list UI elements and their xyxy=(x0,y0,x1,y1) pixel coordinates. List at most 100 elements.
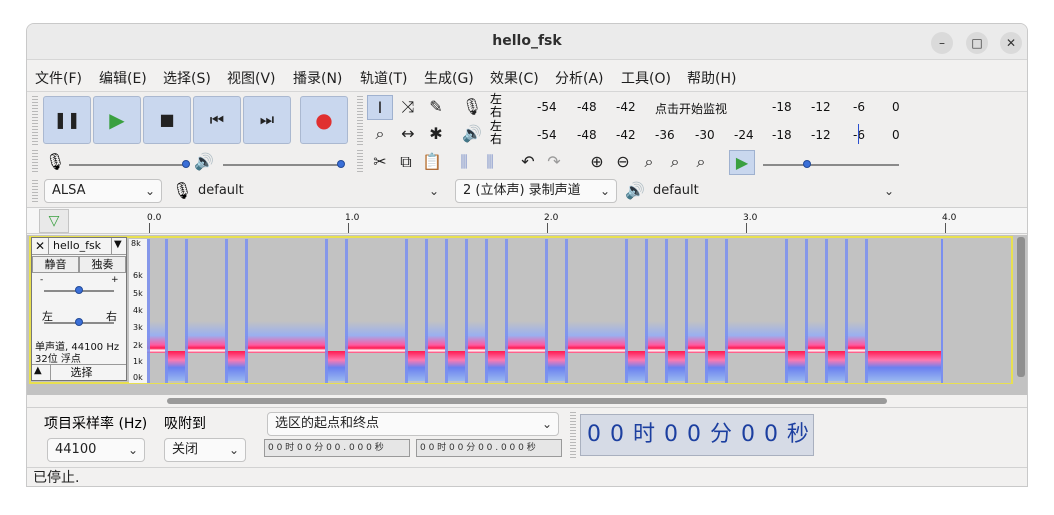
vertical-scrollbar[interactable] xyxy=(1017,237,1025,377)
menu-effect[interactable]: 效果(C) xyxy=(490,68,539,88)
zoom-in-button[interactable]: ⊕ xyxy=(584,150,610,175)
envelope-tool-button[interactable]: ⤨ xyxy=(395,95,421,120)
skip-to-end-button[interactable]: ⏭ xyxy=(243,96,291,144)
select-track-button[interactable]: 选择 xyxy=(50,365,112,380)
multi-tool-button[interactable]: ✱ xyxy=(423,122,449,147)
record-icon: ● xyxy=(315,108,333,132)
undo-button[interactable]: ↶ xyxy=(515,150,541,175)
freq-label: 2k xyxy=(133,341,143,350)
cut-button[interactable]: ✂ xyxy=(367,150,393,175)
playback-device-value: default xyxy=(653,183,699,198)
play-meter-button[interactable]: 🔊 xyxy=(459,122,485,147)
pan-knob[interactable] xyxy=(75,318,83,326)
track-menu-icon[interactable]: ▼ xyxy=(114,239,122,250)
pin-playhead-button[interactable]: ▽ xyxy=(39,209,69,233)
menu-transport[interactable]: 播录(N) xyxy=(293,68,342,88)
menu-tools[interactable]: 工具(O) xyxy=(621,68,671,88)
edit-grip[interactable] xyxy=(357,150,363,174)
menu-generate[interactable]: 生成(G) xyxy=(424,68,474,88)
start-monitoring-label[interactable]: 点击开始监视 xyxy=(655,100,755,117)
play-at-speed-button[interactable]: ▶ xyxy=(729,150,755,175)
mute-button[interactable]: 静音 xyxy=(32,256,79,273)
project-rate-select[interactable]: 44100 ⌄ xyxy=(47,438,145,462)
tools-grip[interactable] xyxy=(357,96,363,146)
playback-meter[interactable]: -54 -48 -42 -36 -30 -24 -18 -12 -6 0 xyxy=(507,124,902,146)
play-speed-knob[interactable] xyxy=(803,160,811,168)
playback-device-select[interactable]: default ⌄ xyxy=(645,179,901,203)
silence-button[interactable]: ⫼ xyxy=(477,150,503,175)
menu-edit[interactable]: 编辑(E) xyxy=(99,68,147,88)
ruler-label: 1.0 xyxy=(345,213,360,223)
meter-tick: -48 xyxy=(577,100,597,114)
solo-button[interactable]: 独奏 xyxy=(79,256,126,273)
meter-tick: -42 xyxy=(616,128,636,142)
record-meter-button[interactable]: 🎙 xyxy=(459,95,485,120)
timeline-ruler[interactable]: ▽ 0.0 1.0 2.0 3.0 4.0 xyxy=(27,207,1027,234)
stop-button[interactable]: ■ xyxy=(143,96,191,144)
paste-button[interactable]: 📋 xyxy=(419,150,445,175)
spectrogram[interactable] xyxy=(147,239,1011,383)
record-meter[interactable]: -54 -48 -42 点击开始监视 -18 -12 -6 0 xyxy=(507,96,902,118)
menu-select[interactable]: 选择(S) xyxy=(163,68,211,88)
menu-view[interactable]: 视图(V) xyxy=(227,68,276,88)
right-channel-label: 右 xyxy=(490,132,503,146)
menu-file[interactable]: 文件(F) xyxy=(35,68,82,88)
snap-to-select[interactable]: 关闭 ⌄ xyxy=(164,438,246,462)
play-button[interactable]: ▶ xyxy=(93,96,141,144)
project-rate-value: 44100 xyxy=(55,442,97,457)
horizontal-scrollbar[interactable] xyxy=(167,398,887,404)
menu-analyze[interactable]: 分析(A) xyxy=(555,68,604,88)
high-tone-segment xyxy=(245,321,325,353)
audio-host-select[interactable]: ALSA ⌄ xyxy=(44,179,162,203)
zoom-toggle-button[interactable]: ⌕ xyxy=(688,150,714,175)
freq-label: 4k xyxy=(133,306,143,315)
device-grip[interactable] xyxy=(32,180,38,204)
track-name-button[interactable]: hello_fsk xyxy=(48,238,112,254)
mixer-grip[interactable] xyxy=(32,150,38,174)
playback-volume-slider[interactable] xyxy=(223,164,341,166)
gain-knob[interactable] xyxy=(75,286,83,294)
close-track-icon[interactable]: ✕ xyxy=(35,239,45,253)
audio-position-display[interactable]: 0 0 时 0 0 分 0 0 秒 xyxy=(580,414,814,456)
menu-help[interactable]: 帮助(H) xyxy=(687,68,736,88)
close-button[interactable]: ✕ xyxy=(1000,32,1022,54)
zoom-tool-button[interactable]: ⌕ xyxy=(367,122,393,147)
zoom-out-button[interactable]: ⊖ xyxy=(610,150,636,175)
transition-line xyxy=(405,239,408,383)
recording-volume-knob[interactable] xyxy=(182,160,190,168)
redo-button[interactable]: ↷ xyxy=(541,150,567,175)
fit-project-button[interactable]: ⌕ xyxy=(662,150,688,175)
draw-tool-button[interactable]: ✎ xyxy=(423,95,449,120)
recording-device-select[interactable]: default ⌄ xyxy=(190,179,446,203)
ruler-label: 0.0 xyxy=(147,213,162,223)
collapse-track-icon[interactable]: ▲ xyxy=(34,365,42,376)
playback-volume-knob[interactable] xyxy=(337,160,345,168)
selection-mode-select[interactable]: 选区的起点和终点 ⌄ xyxy=(267,412,559,436)
recording-volume-slider[interactable] xyxy=(69,164,187,166)
freq-label: 5k xyxy=(133,289,143,298)
play-icon: ▶ xyxy=(109,108,125,132)
recording-channels-select[interactable]: 2 (立体声) 录制声道 ⌄ xyxy=(455,179,617,203)
timeshift-tool-button[interactable]: ↔ xyxy=(395,122,421,147)
minimize-button[interactable]: – xyxy=(931,32,953,54)
fit-selection-button[interactable]: ⌕ xyxy=(636,150,662,175)
selection-end-time[interactable]: 0 0 时 0 0 分 0 0 . 0 0 0 秒 xyxy=(416,439,562,457)
gain-minus-label: - xyxy=(40,275,44,285)
selection-end-value: 0 0 时 0 0 分 0 0 . 0 0 0 秒 xyxy=(420,443,536,453)
maximize-button[interactable]: □ xyxy=(966,32,988,54)
menu-tracks[interactable]: 轨道(T) xyxy=(360,68,407,88)
copy-button[interactable]: ⧉ xyxy=(393,150,419,175)
skip-to-start-button[interactable]: ⏮ xyxy=(193,96,241,144)
toolbar-grip[interactable] xyxy=(32,96,38,146)
play-speed-slider[interactable] xyxy=(763,164,899,166)
asterisk-icon: ✱ xyxy=(429,124,443,143)
pause-button[interactable]: ❚❚ xyxy=(43,96,91,144)
meter-tick: -30 xyxy=(695,128,715,142)
selection-start-time[interactable]: 0 0 时 0 0 分 0 0 . 0 0 0 秒 xyxy=(264,439,410,457)
trim-button[interactable]: ⫼ xyxy=(451,150,477,175)
time-grip[interactable] xyxy=(570,412,576,460)
freq-label: 0k xyxy=(133,373,143,382)
selection-tool-button[interactable]: I xyxy=(367,95,393,120)
record-button[interactable]: ● xyxy=(300,96,348,144)
transition-line xyxy=(865,239,868,383)
